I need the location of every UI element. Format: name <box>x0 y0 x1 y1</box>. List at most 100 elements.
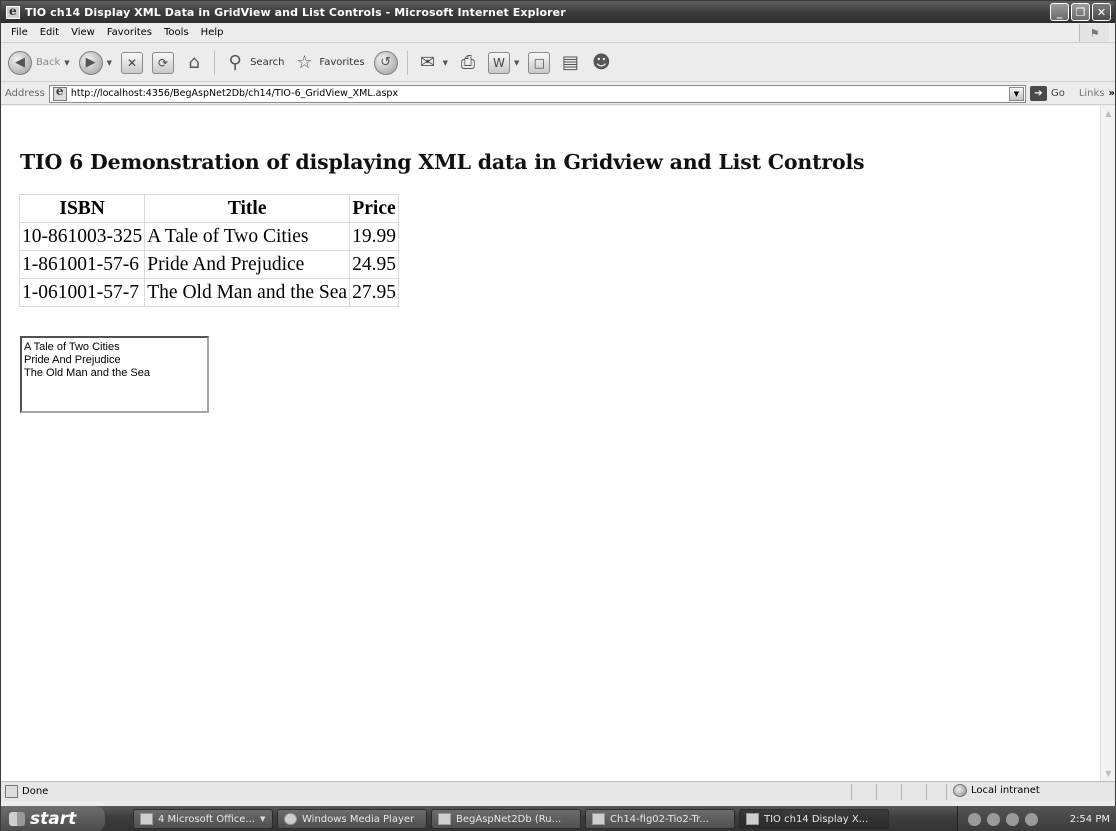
menu-edit[interactable]: Edit <box>34 27 65 38</box>
network-icon[interactable] <box>987 812 1000 826</box>
grid-cell-title: Pride And Prejudice <box>144 250 351 279</box>
tray-expand-icon[interactable] <box>968 812 981 826</box>
media-player-icon <box>284 813 297 825</box>
address-dropdown-icon[interactable]: ▼ <box>1008 86 1024 101</box>
taskbar-item-office[interactable]: 4 Microsoft Office... ▼ <box>133 809 273 829</box>
titles-listbox[interactable]: A Tale of Two Cities Pride And Prejudice… <box>20 336 209 413</box>
status-bar: Done Local intranet <box>1 781 1115 801</box>
messenger-icon: ☻ <box>591 52 611 73</box>
grid-header-isbn: ISBN <box>18 194 146 223</box>
forward-button[interactable]: ▶ ▼ <box>76 48 115 78</box>
home-icon: ⌂ <box>188 52 200 73</box>
back-label: Back <box>36 57 61 68</box>
list-item[interactable]: A Tale of Two Cities <box>24 341 205 354</box>
grid-header-row: ISBN Title Price <box>18 194 399 223</box>
taskbar-item-ie-active[interactable]: TIO ch14 Display X... <box>739 809 889 829</box>
printer-icon: ⎙ <box>460 52 476 73</box>
page-icon <box>52 84 67 101</box>
status-text: Done <box>22 786 49 797</box>
refresh-button[interactable]: ⟳ <box>149 48 177 78</box>
stop-button[interactable]: ✕ <box>118 48 146 78</box>
menu-view[interactable]: View <box>65 27 101 38</box>
grid-cell-isbn: 1-061001-57-7 <box>18 278 146 307</box>
taskbar: start 4 Microsoft Office... ▼ Windows Me… <box>1 806 1116 831</box>
forward-dropdown-icon[interactable]: ▼ <box>107 59 112 67</box>
minimize-button[interactable]: _ <box>1050 3 1069 21</box>
search-label: Search <box>250 57 285 68</box>
table-row: 1-061001-57-7 The Old Man and the Sea 27… <box>18 278 399 307</box>
books-gridview: ISBN Title Price 10-861003-325 A Tale of… <box>18 194 399 307</box>
page-content: TIO 6 Demonstration of displaying XML da… <box>1 106 1100 781</box>
vertical-scrollbar[interactable]: ▲ ▼ <box>1100 106 1115 781</box>
task-label: 4 Microsoft Office... <box>158 813 255 825</box>
grid-cell-title: A Tale of Two Cities <box>144 222 351 251</box>
list-item[interactable]: Pride And Prejudice <box>24 354 205 367</box>
status-page-icon <box>5 785 18 798</box>
home-button[interactable]: ⌂ <box>180 48 208 78</box>
browser-window: TIO ch14 Display XML Data in GridView an… <box>0 0 1116 831</box>
menu-tools[interactable]: Tools <box>158 27 195 38</box>
history-icon: ↺ <box>373 50 398 75</box>
close-button[interactable]: ✕ <box>1092 3 1111 21</box>
start-button[interactable]: start <box>1 806 105 831</box>
windows-logo-icon: ⚑ <box>1079 24 1109 42</box>
clock[interactable]: 2:54 PM <box>1070 814 1110 825</box>
edit-dropdown-icon[interactable]: ▼ <box>514 59 519 67</box>
discuss-icon: □ <box>528 51 551 74</box>
edit-button[interactable]: W ▼ <box>485 48 522 78</box>
menu-file[interactable]: File <box>5 27 34 38</box>
status-divider <box>851 784 852 800</box>
title-bar: TIO ch14 Display XML Data in GridView an… <box>1 1 1115 23</box>
history-button[interactable]: ↺ <box>371 48 401 78</box>
stop-icon: ✕ <box>121 51 144 74</box>
task-label: BegAspNet2Db (Ru... <box>456 813 562 825</box>
window-controls: _ ❐ ✕ <box>1050 3 1111 21</box>
go-label: Go <box>1050 88 1065 99</box>
task-label: Ch14-fig02-Tio2-Tr... <box>610 813 709 825</box>
messenger-button[interactable]: ☻ <box>587 48 615 78</box>
taskbar-item-ch14-fig[interactable]: Ch14-fig02-Tio2-Tr... <box>585 809 735 829</box>
maximize-button[interactable]: ❐ <box>1071 3 1090 21</box>
grid-cell-price: 19.99 <box>349 222 399 251</box>
back-dropdown-icon[interactable]: ▼ <box>64 59 69 67</box>
address-url[interactable]: http://localhost:4356/BegAspNet2Db/ch14/… <box>71 88 398 99</box>
scroll-down-icon[interactable]: ▼ <box>1101 766 1116 781</box>
zone-label: Local intranet <box>971 785 1040 796</box>
table-row: 10-861003-325 A Tale of Two Cities 19.99 <box>18 222 399 251</box>
search-button[interactable]: ⚲ Search <box>221 48 287 78</box>
go-button[interactable]: ➔ Go <box>1029 86 1065 101</box>
taskbar-item-media-player[interactable]: Windows Media Player <box>277 809 427 829</box>
mail-icon: ✉ <box>420 52 436 73</box>
grid-cell-isbn: 10-861003-325 <box>18 222 146 251</box>
group-dropdown-icon: ▼ <box>259 815 266 823</box>
print-button[interactable]: ⎙ <box>454 48 482 78</box>
grid-header-price: Price <box>349 194 399 223</box>
status-divider <box>946 784 947 800</box>
taskbar-item-begaspnet[interactable]: BegAspNet2Db (Ru... <box>431 809 581 829</box>
scroll-up-icon[interactable]: ▲ <box>1101 106 1116 121</box>
back-button[interactable]: ◀ Back ▼ <box>5 48 73 78</box>
ie-icon <box>746 813 759 825</box>
toolbar-separator <box>214 50 216 75</box>
links-button[interactable]: Links <box>1079 88 1105 99</box>
mail-button[interactable]: ✉ ▼ <box>414 48 451 78</box>
mail-dropdown-icon[interactable]: ▼ <box>443 59 448 67</box>
favorites-button[interactable]: ☆ Favorites <box>290 48 367 78</box>
menu-help[interactable]: Help <box>195 27 230 38</box>
research-button[interactable]: ▤ <box>556 48 584 78</box>
menu-favorites[interactable]: Favorites <box>101 27 158 38</box>
discuss-button[interactable]: □ <box>525 48 553 78</box>
window-title: TIO ch14 Display XML Data in GridView an… <box>25 5 566 19</box>
system-tray: 2:54 PM <box>957 806 1116 831</box>
grid-cell-isbn: 1-861001-57-6 <box>18 250 146 279</box>
list-item[interactable]: The Old Man and the Sea <box>24 367 205 380</box>
word-edit-icon: W <box>487 51 510 74</box>
favorites-label: Favorites <box>319 57 365 68</box>
ie-app-icon[interactable] <box>6 4 20 19</box>
volume-icon[interactable] <box>1025 812 1038 826</box>
security-zone[interactable]: Local intranet <box>953 784 1040 797</box>
links-chevron-icon[interactable]: » <box>1109 88 1115 99</box>
address-input[interactable]: http://localhost:4356/BegAspNet2Db/ch14/… <box>48 84 1026 103</box>
tray-app-icon[interactable] <box>1006 812 1019 826</box>
intranet-globe-icon <box>953 784 967 797</box>
